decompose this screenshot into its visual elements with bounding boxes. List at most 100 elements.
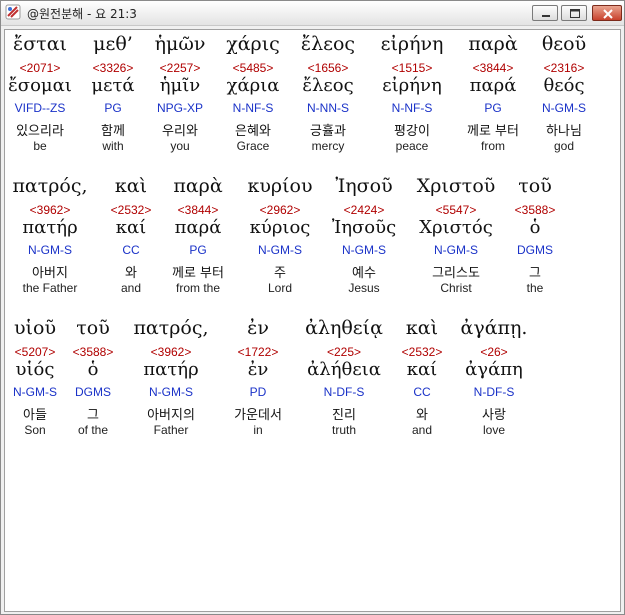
greek-word: μεθ’ [93,33,133,55]
app-icon [5,4,21,20]
lemma: υἱός [15,359,55,380]
morphology: PD [249,385,267,399]
strong-number: <5547> [435,203,477,217]
morphology: N-GM-S [149,385,193,399]
english-gloss: Lord [267,281,293,295]
korean-gloss: 가운데서 [234,408,282,423]
morphology: NPG-XP [156,101,204,115]
korean-gloss: 께로 부터 [467,124,519,139]
english-gloss: with [102,139,124,153]
lemma: πατήρ [143,359,199,380]
strong-number: <3326> [92,61,134,75]
strong-number: <1515> [391,61,433,75]
lemma: ἀγάπη [465,359,523,380]
morphology: N-GM-S [13,385,57,399]
minimize-icon [542,15,550,17]
english-gloss: and [411,423,433,437]
greek-word: πατρός, [133,317,209,339]
minimize-button[interactable] [532,5,558,21]
korean-gloss: 그리스도 [432,266,480,281]
korean-gloss: 있으리라 [16,124,64,139]
maximize-icon [570,9,580,18]
greek-word: θεοῦ [541,33,587,55]
english-gloss: the Father [22,281,78,295]
morphology: N-GM-S [542,101,586,115]
greek-word: καὶ [114,175,148,197]
korean-gloss: 주 [274,266,286,281]
strong-number: <225> [326,345,362,359]
morphology: N-GM-S [434,243,478,257]
morphology: CC [413,385,431,399]
english-gloss: of the [77,423,109,437]
greek-word: υἱοῦ [14,317,56,339]
morphology: PG [189,243,207,257]
korean-gloss: 은혜와 [235,124,271,139]
lemma: ἡμῖν [159,75,201,96]
title-bar[interactable]: @원전분해 - 요 21:3 [1,1,624,26]
english-gloss: Father [153,423,189,437]
strong-number: <2532> [401,345,443,359]
greek-word: ἐν [247,317,269,339]
english-gloss: Christ [440,281,472,295]
greek-word: ἀληθείᾳ [305,317,383,339]
lemma: παρά [469,75,517,96]
korean-gloss: 와 [125,266,137,281]
greek-word: Χριστοῦ [416,175,496,197]
english-gloss: peace [395,139,429,153]
strong-number: <3844> [472,61,514,75]
strong-number: <3962> [150,345,192,359]
korean-gloss: 와 [416,408,428,423]
verse-line-1: ἔσται <2071> ἔσομαι VIFD--ZS 있으리라 be μεθ… [5,33,620,163]
strong-number: <1656> [307,61,349,75]
greek-word: εἰρήνη [380,33,444,55]
morphology: N-NF-S [232,101,274,115]
korean-gloss: 평강이 [394,124,430,139]
morphology: N-GM-S [258,243,302,257]
verse-line-2: πατρός, <3962> πατήρ N-GM-S 아버지 the Fath… [5,175,620,305]
morphology: N-GM-S [342,243,386,257]
strong-number: <3588> [514,203,556,217]
korean-gloss: 함께 [101,124,125,139]
english-gloss: in [253,423,263,437]
close-button[interactable] [592,5,622,21]
greek-word: κυρίου [247,175,313,197]
maximize-button[interactable] [561,5,587,21]
morphology: DGMS [517,243,553,257]
english-gloss: mercy [311,139,345,153]
greek-word: ἡμῶν [154,33,206,55]
greek-word: πατρός, [12,175,88,197]
morphology: VIFD--ZS [14,101,66,115]
window-title: @원전분해 - 요 21:3 [27,7,137,21]
lemma: καί [115,217,147,238]
lemma: ἔσομαι [8,75,72,96]
lemma: πατήρ [22,217,78,238]
english-gloss: you [170,139,190,153]
english-gloss: Jesus [348,281,380,295]
interlinear-view[interactable]: ἔσται <2071> ἔσομαι VIFD--ZS 있으리라 be μεθ… [4,29,621,612]
korean-gloss: 그 [87,408,99,423]
greek-word: καὶ [405,317,439,339]
lemma: Ἰησοῦς [331,217,397,238]
strong-number: <5207> [14,345,56,359]
greek-word: τοῦ [76,317,110,339]
english-gloss: love [482,423,506,437]
lemma: ἐν [247,359,269,380]
greek-word: χάρις [226,33,280,55]
strong-number: <3962> [29,203,71,217]
morphology: CC [122,243,140,257]
english-gloss: the [526,281,544,295]
close-icon [603,9,613,19]
korean-gloss: 예수 [352,266,376,281]
korean-gloss: 하나님 [546,124,582,139]
english-gloss: god [553,139,575,153]
korean-gloss: 진리 [332,408,356,423]
greek-word: παρὰ [173,175,223,197]
korean-gloss: 아버지 [32,266,68,281]
english-gloss: Grace [236,139,270,153]
greek-word: τοῦ [518,175,552,197]
english-gloss: be [33,139,47,153]
morphology: N-NF-S [391,101,433,115]
lemma: παρά [174,217,222,238]
morphology: PG [104,101,122,115]
greek-word: ἔλεος [300,33,356,55]
